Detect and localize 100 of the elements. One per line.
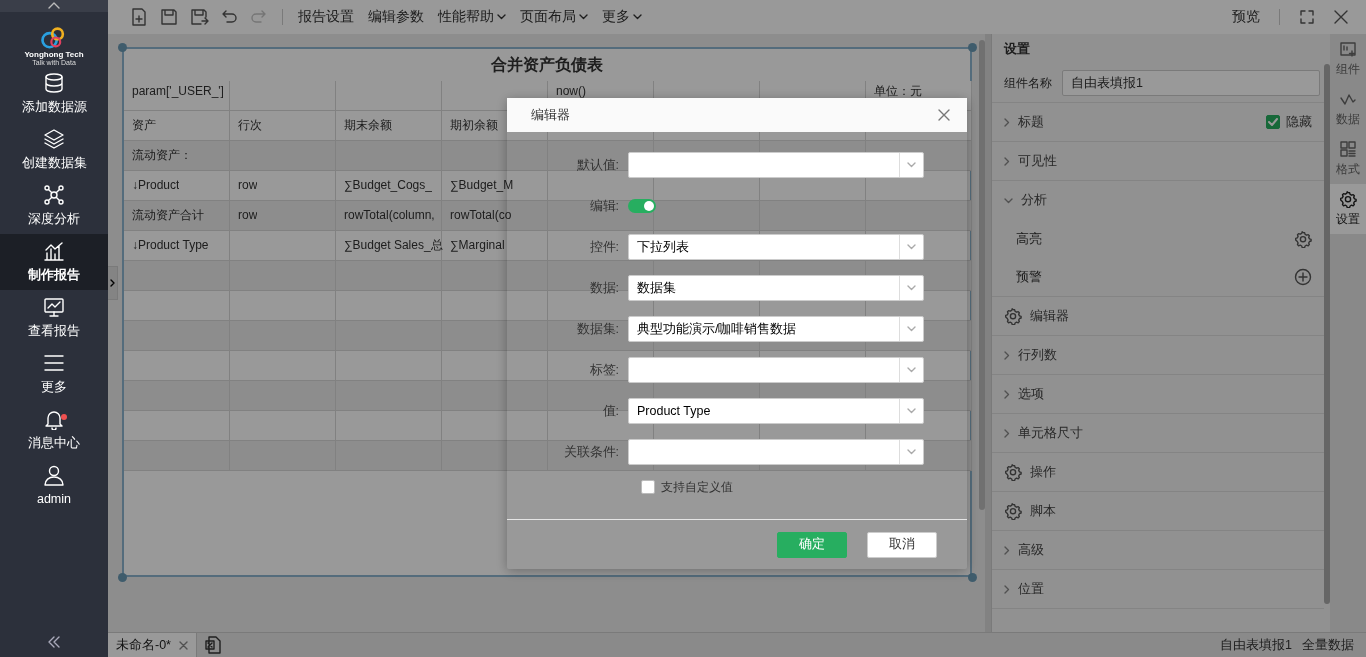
chevron-down-icon [907, 162, 916, 168]
dropdown-field[interactable]: 下拉列表 [628, 234, 924, 260]
chevron-down-icon [907, 449, 916, 455]
field-label: 数据集: [575, 320, 620, 338]
chevron-right-icon[interactable] [1004, 545, 1010, 555]
name-field[interactable]: 自由表填报1 [1062, 70, 1320, 96]
chevron-right-icon[interactable] [1004, 428, 1010, 438]
sidebar-item[interactable]: 创建数据集 [0, 122, 108, 178]
chevron-down-icon[interactable] [1004, 197, 1013, 204]
table-cell-text: 单位：元 [874, 83, 922, 100]
field-label: 组件名称 [1004, 75, 1052, 92]
gear-icon [1004, 463, 1022, 481]
sidebar-item[interactable]: 制作报告 [0, 234, 108, 290]
data-mode[interactable]: 全量数据 [1302, 635, 1354, 655]
sidebar-item[interactable]: 深度分析 [0, 178, 108, 234]
collapse-sidebar-icon[interactable] [47, 636, 61, 648]
side-tab[interactable]: 数据 [1330, 84, 1366, 134]
scrollbar[interactable] [979, 40, 985, 510]
table-cell-text: rowTotal(column, [344, 207, 435, 224]
checkbox[interactable] [1266, 115, 1280, 129]
toggle-switch[interactable] [628, 199, 656, 213]
section-title[interactable]: 行列数 [1018, 345, 1057, 365]
add-icon[interactable] [1294, 268, 1312, 286]
scrollbar[interactable] [1324, 64, 1330, 604]
section-title[interactable]: 脚本 [1030, 501, 1056, 521]
logo-text: Yonghong Tech [24, 51, 84, 59]
document-tab[interactable]: 未命名-0* [108, 633, 197, 657]
section-title[interactable]: 编辑器 [1030, 306, 1069, 326]
side-tab[interactable]: 格式 [1330, 134, 1366, 184]
resize-handle[interactable] [968, 573, 977, 582]
checkbox[interactable] [641, 480, 655, 494]
table-cell-text: rowTotal(co [450, 207, 512, 224]
preview-button[interactable]: 预览 [1225, 6, 1267, 28]
component-name: 自由表填报1 [1220, 636, 1292, 654]
resize-handle[interactable] [118, 573, 127, 582]
gear-icon[interactable] [1294, 230, 1312, 248]
grid-icon [1339, 140, 1357, 158]
section-title[interactable]: 单元格尺寸 [1018, 423, 1083, 443]
chevron-right-icon[interactable] [1004, 117, 1010, 127]
cancel-button[interactable]: 取消 [867, 531, 937, 558]
dropdown-field[interactable] [628, 357, 924, 383]
database-icon [43, 71, 65, 94]
sidebar-item[interactable]: 添加数据源 [0, 66, 108, 122]
chevron-right-icon[interactable] [1004, 584, 1010, 594]
expand-tab[interactable] [108, 266, 118, 300]
dropdown-field[interactable]: 数据集 [628, 275, 924, 301]
chart-icon [43, 239, 65, 262]
chevron-right-icon[interactable] [1004, 350, 1010, 360]
menu-item[interactable]: 性能帮助 [431, 6, 513, 28]
section-title[interactable]: 位置 [1018, 579, 1044, 599]
dropdown-field[interactable] [628, 152, 924, 178]
table-cell-text: ∑Budget_Cogs_ [344, 177, 432, 194]
dropdown-field[interactable]: Product Type [628, 398, 924, 424]
resize-handle[interactable] [968, 43, 977, 52]
close-icon[interactable] [179, 640, 188, 650]
table-cell-text: ∑Budget Sales_总 [344, 237, 443, 254]
chevron-down-icon [907, 326, 916, 332]
sidebar-item[interactable]: admin [0, 458, 108, 514]
section-title[interactable]: 高级 [1018, 540, 1044, 560]
sidebar-item[interactable]: 更多 [0, 346, 108, 402]
dropdown-field[interactable] [628, 439, 924, 465]
section-title[interactable]: 标题 [1018, 112, 1044, 132]
field-label: 数据: [588, 279, 620, 297]
side-tab[interactable]: 组件 [1330, 34, 1366, 84]
new-report-icon [129, 7, 149, 27]
collapse-icon[interactable] [47, 0, 61, 10]
monitor-icon [43, 295, 65, 318]
section-title[interactable]: 操作 [1030, 462, 1056, 482]
section-title[interactable]: 分析 [1021, 191, 1047, 210]
table-cell-text: 期末余额 [344, 117, 392, 134]
dropdown-field[interactable]: 典型功能演示/咖啡销售数据 [628, 316, 924, 342]
check-icon [1268, 118, 1278, 126]
table-cell-text: param['_USER_'] [132, 83, 224, 100]
chevron-down-icon [907, 285, 916, 291]
excel-file-icon[interactable] [205, 636, 221, 655]
field-label: 值: [601, 402, 620, 420]
gear-icon [1004, 502, 1022, 520]
chevron-down-icon [907, 367, 916, 373]
report-title: 合并资产负债表 [490, 55, 604, 75]
chevron-right-icon[interactable] [1004, 389, 1010, 399]
field-label: 标签: [588, 361, 620, 379]
sidebar-item[interactable]: 查看报告 [0, 290, 108, 346]
table-cell-text: 行次 [238, 117, 262, 134]
sidebar-item[interactable]: 消息中心 [0, 402, 108, 458]
close-button[interactable] [937, 108, 951, 122]
side-tab[interactable]: 设置 [1330, 184, 1366, 234]
chevron-right-icon[interactable] [1004, 156, 1010, 166]
close-icon [937, 108, 951, 122]
section-title[interactable]: 可见性 [1018, 151, 1057, 171]
settings-icon [1339, 190, 1357, 208]
menu-item[interactable]: 编辑参数 [361, 6, 431, 28]
menu-item[interactable]: 报告设置 [291, 6, 361, 28]
resize-handle[interactable] [118, 43, 127, 52]
table-cell-text: ∑Budget_M [450, 177, 514, 194]
item-label: 预警 [1016, 268, 1042, 286]
layers-icon [43, 127, 65, 150]
menu-item[interactable]: 页面布局 [513, 6, 595, 28]
section-title[interactable]: 选项 [1018, 384, 1044, 404]
table-cell-text: ∑Marginal [450, 237, 505, 254]
menu-item[interactable]: 更多 [595, 6, 649, 28]
